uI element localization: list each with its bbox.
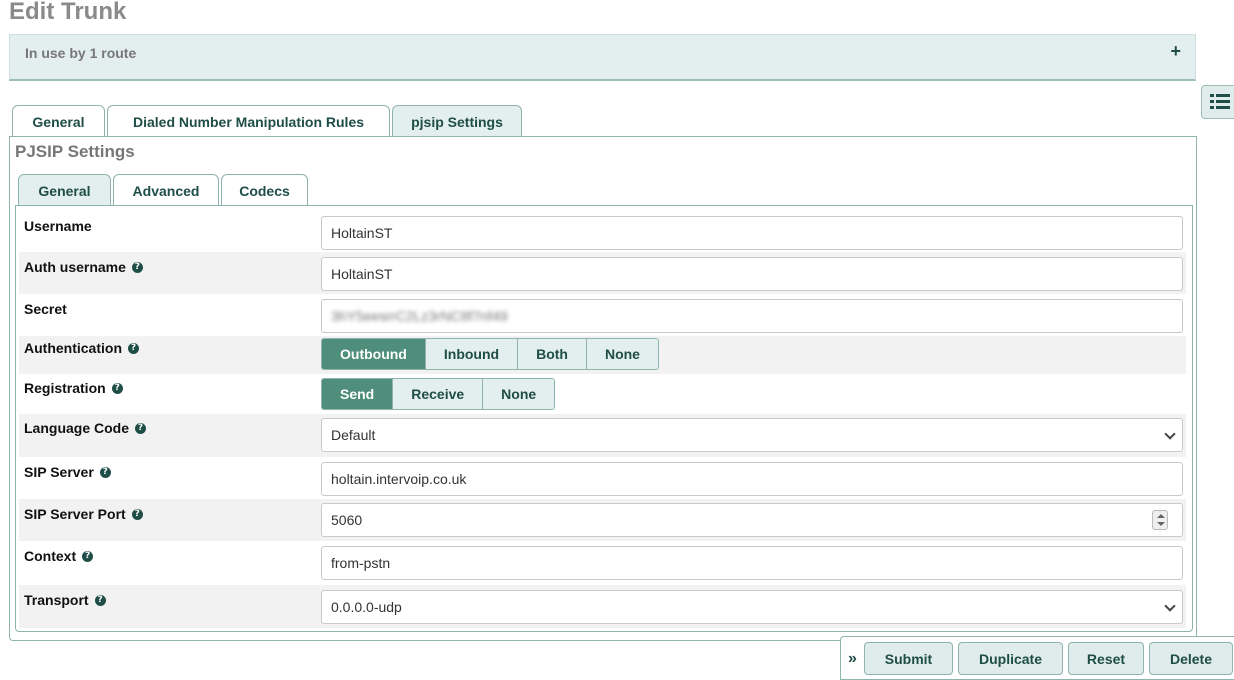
auth-username-row: Auth username ? HoltainST bbox=[19, 252, 1186, 294]
context-label: Context bbox=[24, 548, 77, 564]
context-row: Context ? from-pstn bbox=[19, 541, 1186, 585]
username-row: Username HoltainST bbox=[19, 212, 1186, 252]
authentication-row: Authentication ? Outbound Inbound Both N… bbox=[19, 336, 1186, 374]
authentication-both-button[interactable]: Both bbox=[518, 339, 587, 369]
help-icon[interactable]: ? bbox=[111, 382, 123, 394]
sip-server-label: SIP Server bbox=[24, 464, 94, 480]
transport-value: 0.0.0.0-udp bbox=[331, 599, 402, 615]
auth-username-input[interactable]: HoltainST bbox=[321, 257, 1183, 291]
registration-toggle-group: Send Receive None bbox=[321, 378, 556, 410]
tab-general[interactable]: General bbox=[12, 105, 105, 137]
chevron-down-icon bbox=[1164, 428, 1176, 440]
auth-username-label: Auth username bbox=[24, 259, 126, 275]
authentication-inbound-button[interactable]: Inbound bbox=[425, 339, 519, 369]
registration-label: Registration bbox=[24, 380, 106, 396]
help-icon[interactable]: ? bbox=[128, 342, 139, 354]
sip-server-port-label: SIP Server Port bbox=[24, 506, 126, 522]
language-code-value: Default bbox=[331, 427, 376, 443]
section-title: PJSIP Settings bbox=[15, 142, 135, 161]
tab-dialed-number-manipulation-rules[interactable]: Dialed Number Manipulation Rules bbox=[107, 105, 390, 137]
secret-label: Secret bbox=[24, 301, 67, 317]
secret-value: 3hY5eesrrC2Lz3rNC8f7nf49 bbox=[331, 308, 508, 324]
registration-row: Registration ? Send Receive None bbox=[19, 374, 1186, 414]
chevron-down-icon bbox=[1164, 600, 1176, 612]
help-icon[interactable]: ? bbox=[131, 261, 143, 273]
language-code-row: Language Code ? Default bbox=[19, 414, 1186, 457]
help-icon[interactable]: ? bbox=[94, 594, 106, 606]
sip-server-port-value: 5060 bbox=[331, 512, 363, 528]
secret-row: Secret 3hY5eesrrC2Lz3rNC8f7nf49 bbox=[19, 294, 1186, 336]
authentication-none-button[interactable]: None bbox=[586, 339, 658, 369]
side-menu-toggle-button[interactable] bbox=[1201, 85, 1234, 119]
tab-pjsip-settings[interactable]: pjsip Settings bbox=[392, 105, 522, 137]
language-code-select[interactable]: Default bbox=[321, 418, 1183, 452]
transport-label: Transport bbox=[24, 592, 89, 608]
transport-row: Transport ? 0.0.0.0-udp bbox=[19, 585, 1186, 628]
subtab-general[interactable]: General bbox=[18, 174, 111, 206]
duplicate-button[interactable]: Duplicate bbox=[958, 642, 1063, 675]
sip-server-port-row: SIP Server Port ? 5060 bbox=[19, 499, 1186, 541]
reset-button[interactable]: Reset bbox=[1068, 642, 1144, 675]
help-icon[interactable]: ? bbox=[131, 508, 143, 520]
secret-input[interactable]: 3hY5eesrrC2Lz3rNC8f7nf49 bbox=[321, 299, 1183, 333]
help-icon[interactable]: ? bbox=[99, 466, 111, 478]
transport-select[interactable]: 0.0.0.0-udp bbox=[321, 590, 1183, 624]
subtab-advanced[interactable]: Advanced bbox=[113, 174, 219, 206]
subtab-codecs[interactable]: Codecs bbox=[221, 174, 308, 206]
registration-none-button[interactable]: None bbox=[483, 379, 555, 409]
language-code-label: Language Code bbox=[24, 420, 130, 436]
authentication-toggle-group: Outbound Inbound Both None bbox=[321, 338, 659, 370]
help-icon[interactable]: ? bbox=[82, 550, 94, 562]
list-icon bbox=[1210, 94, 1230, 110]
authentication-label: Authentication bbox=[24, 340, 122, 356]
page-title: Edit Trunk bbox=[9, 0, 127, 25]
sip-server-port-input[interactable]: 5060 bbox=[321, 503, 1183, 537]
registration-receive-button[interactable]: Receive bbox=[393, 379, 484, 409]
plus-icon[interactable]: + bbox=[1170, 41, 1181, 62]
sip-server-input[interactable]: holtain.intervoip.co.uk bbox=[321, 462, 1183, 496]
submit-button[interactable]: Submit bbox=[864, 642, 953, 675]
username-input[interactable]: HoltainST bbox=[321, 216, 1183, 250]
spinner-icon[interactable] bbox=[1152, 510, 1168, 530]
route-usage-text: In use by 1 route bbox=[25, 45, 137, 61]
delete-button[interactable]: Delete bbox=[1149, 642, 1233, 675]
route-usage-panel[interactable]: In use by 1 route + bbox=[9, 34, 1196, 81]
registration-send-button[interactable]: Send bbox=[322, 379, 394, 409]
username-label: Username bbox=[24, 218, 92, 234]
context-input[interactable]: from-pstn bbox=[321, 546, 1183, 580]
help-icon[interactable]: ? bbox=[135, 422, 147, 434]
authentication-outbound-button[interactable]: Outbound bbox=[322, 339, 426, 369]
sip-server-row: SIP Server ? holtain.intervoip.co.uk bbox=[19, 457, 1186, 499]
double-chevron-right-icon[interactable]: » bbox=[848, 650, 857, 668]
